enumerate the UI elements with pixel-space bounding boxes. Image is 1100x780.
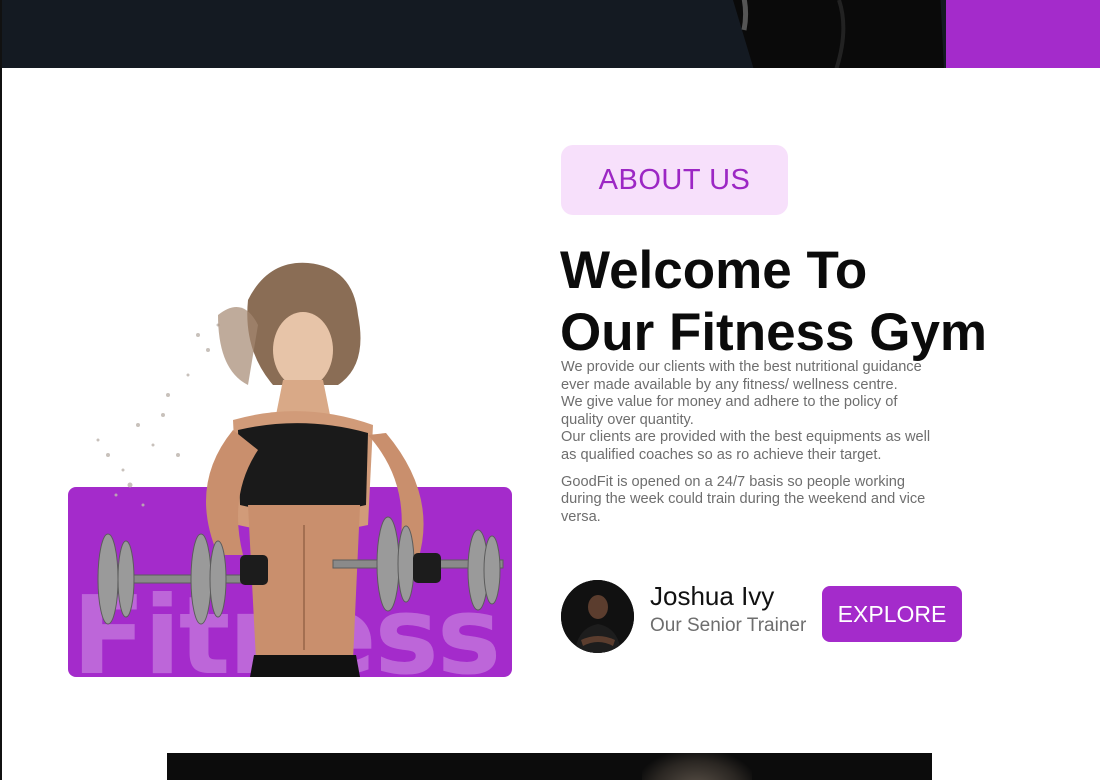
athlete-dumbbell-image: [96, 262, 504, 677]
trainer-card: Joshua Ivy Our Senior Trainer: [561, 580, 821, 654]
trainer-photo-icon: [561, 580, 634, 653]
trainer-name: Joshua Ivy: [650, 581, 775, 611]
about-paragraph-3: Our clients are provided with the best e…: [561, 429, 931, 463]
headline-line-1: Welcome To: [560, 241, 868, 300]
explore-button[interactable]: EXPLORE: [822, 586, 962, 642]
about-image-block: Fitness: [68, 255, 514, 677]
about-paragraph-2: We give value for money and adhere to th…: [561, 394, 898, 428]
hero-athlete-image: [733, 0, 944, 68]
next-section-figure: [642, 753, 752, 780]
headline-line-2: Our Fitness Gym: [560, 303, 988, 362]
page-title: Welcome To Our Fitness Gym: [560, 240, 1040, 364]
about-paragraph-1: We provide our clients with the best nut…: [561, 359, 922, 393]
avatar: [561, 580, 634, 653]
next-section-image: [167, 753, 932, 780]
hero-accent-block: [946, 0, 1100, 68]
about-paragraph-4: GoodFit is opened on a 24/7 basis so peo…: [561, 473, 926, 525]
about-description: We provide our clients with the best nut…: [561, 359, 931, 526]
hero-banner-strip: [2, 0, 1100, 68]
trainer-role: Our Senior Trainer: [650, 615, 807, 636]
about-us-badge: ABOUT US: [561, 145, 788, 215]
